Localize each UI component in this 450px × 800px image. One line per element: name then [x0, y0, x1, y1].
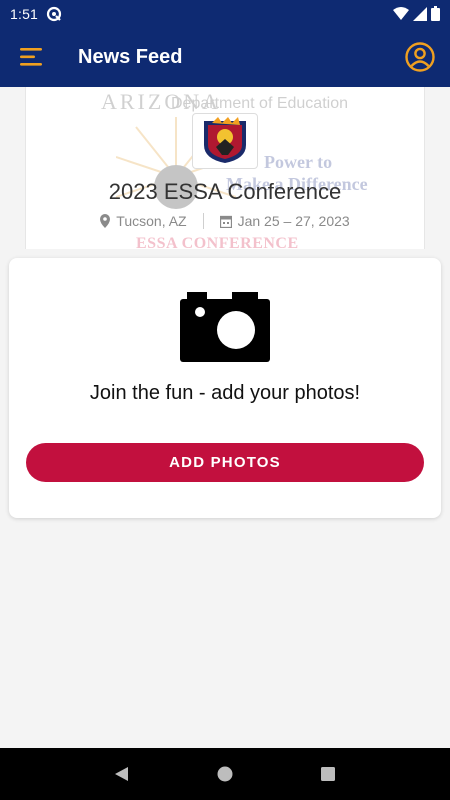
status-bar: 1:51 [0, 0, 450, 27]
signal-icon [413, 6, 427, 21]
location-pin-icon [100, 214, 111, 228]
menu-button[interactable] [0, 27, 64, 87]
add-photos-card: Join the fun - add your photos! ADD PHOT… [9, 258, 441, 518]
wifi-icon [393, 6, 409, 20]
event-location-label: Tucson, AZ [116, 213, 187, 229]
camera-icon [180, 292, 270, 362]
battery-icon [431, 6, 440, 21]
page-title: News Feed [78, 45, 183, 68]
event-location: Tucson, AZ [100, 213, 187, 229]
system-nav-bar [0, 748, 450, 800]
event-logo [192, 113, 258, 169]
meta-divider [202, 213, 204, 229]
q-sync-icon [46, 6, 62, 21]
event-title: 2023 ESSA Conference [108, 179, 342, 204]
menu-icon [20, 48, 42, 66]
conference-logo-icon [204, 117, 246, 163]
app-bar: News Feed [0, 27, 450, 87]
account-icon[interactable] [404, 41, 436, 73]
recents-icon[interactable] [320, 766, 336, 782]
home-icon[interactable] [217, 766, 233, 782]
event-meta: Tucson, AZ Jan 25 – 27, 2023 [26, 213, 424, 229]
add-photos-prompt: Join the fun - add your photos! [89, 382, 361, 404]
event-dates-label: Jan 25 – 27, 2023 [237, 213, 350, 229]
status-time: 1:51 [10, 5, 39, 22]
essa-banner-label: ESSA CONFERENCE [136, 235, 299, 249]
add-photos-button[interactable]: ADD PHOTOS [26, 443, 424, 482]
back-icon[interactable] [114, 766, 130, 782]
department-label: Department of Education [171, 95, 348, 112]
event-header: ARIZONA Department of Education Power to… [25, 87, 425, 249]
calendar-icon [219, 215, 232, 228]
power-label: Power to [264, 152, 333, 172]
event-dates: Jan 25 – 27, 2023 [219, 213, 350, 229]
